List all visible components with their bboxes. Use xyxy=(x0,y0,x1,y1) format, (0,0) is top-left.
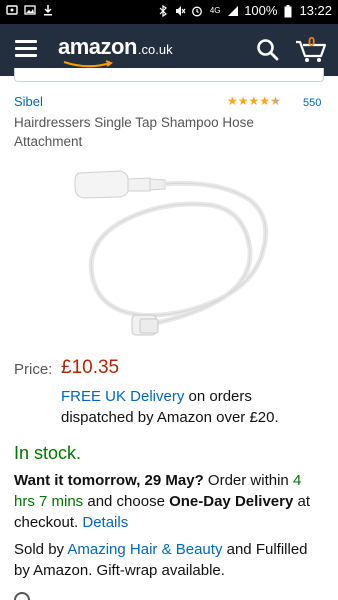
stock-status: In stock. xyxy=(14,443,82,463)
download-icon xyxy=(42,4,54,16)
dispatch-info: Want it tomorrow, 29 May? Order within 4… xyxy=(14,470,324,533)
amazon-logo[interactable]: amazon.co.uk xyxy=(58,34,173,68)
price-label: Price: xyxy=(14,361,53,378)
hose-nozzle xyxy=(74,170,166,199)
status-left-icons xyxy=(6,4,54,16)
notification-icon xyxy=(6,4,18,16)
mute-icon xyxy=(174,5,186,17)
network-type-icon: 4G xyxy=(209,6,221,15)
battery-percent: 100% xyxy=(244,3,278,18)
free-delivery-link[interactable]: FREE UK Delivery xyxy=(61,388,184,405)
tap-connector xyxy=(131,314,159,336)
logo-wordmark: amazon xyxy=(58,34,137,59)
star-rating[interactable]: ★ ★ ★ ★ ★ xyxy=(227,95,281,107)
signal-icon xyxy=(227,5,239,17)
cart-count: 0 xyxy=(308,34,316,49)
search-bar-edge[interactable] xyxy=(14,68,324,82)
status-bar: 4G 100% 13:22 xyxy=(0,0,338,24)
seller-link[interactable]: Amazing Hair & Beauty xyxy=(67,541,222,558)
brand-link[interactable]: Sibel xyxy=(14,94,43,109)
price-value: £10.35 xyxy=(61,357,120,378)
delivery-info: FREE UK Delivery on orders dispatched by… xyxy=(61,386,321,428)
menu-icon[interactable] xyxy=(15,40,37,58)
star-icon: ★ xyxy=(248,94,260,108)
clock: 13:22 xyxy=(299,3,332,18)
logo-domain: .co.uk xyxy=(137,42,173,57)
review-count-link[interactable]: 550 xyxy=(303,97,321,109)
half-star-icon: ★ xyxy=(270,94,281,108)
bluetooth-icon xyxy=(157,4,169,18)
product-title: Hairdressers Single Tap Shampoo Hose Att… xyxy=(14,115,254,149)
search-icon[interactable] xyxy=(255,37,281,63)
order-within-text: Order within xyxy=(203,472,293,489)
radio-option-icon[interactable] xyxy=(14,592,30,600)
cart-icon[interactable]: 0 xyxy=(295,34,327,64)
product-image[interactable] xyxy=(70,165,280,350)
star-icon: ★ xyxy=(227,94,238,108)
battery-icon xyxy=(282,5,294,18)
star-icon: ★ xyxy=(237,94,249,108)
seller-info: Sold by Amazing Hair & Beauty and Fulfil… xyxy=(14,539,324,581)
want-it-text: Want it tomorrow, 29 May? xyxy=(14,472,204,489)
delivery-option-text: One-Day Delivery xyxy=(169,493,294,510)
star-icon: ★ xyxy=(259,94,271,108)
image-icon xyxy=(24,4,36,16)
alarm-icon xyxy=(191,5,203,17)
details-link[interactable]: Details xyxy=(82,514,128,531)
sold-by-text: Sold by xyxy=(14,541,68,558)
and-choose-text: and choose xyxy=(83,493,170,510)
status-right-icons: 4G 100% 13:22 xyxy=(157,4,332,18)
